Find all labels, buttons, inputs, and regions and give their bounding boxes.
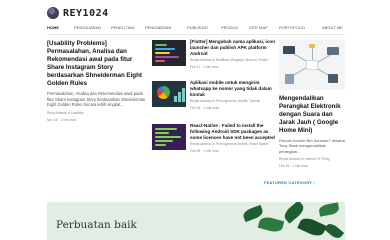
main-post-author[interactable]: Reza Arfianto in Usability (47, 111, 146, 115)
post-author[interactable]: Reyka Arfianto in Pemrograman Mobile, Re… (190, 142, 276, 146)
leaf-decoration (323, 221, 345, 240)
avatar[interactable] (47, 7, 59, 19)
main-post-title[interactable]: [Usability Problems] Permasalahan, Anali… (47, 40, 146, 88)
lamp-icon (309, 44, 315, 48)
main-post-excerpt: Permasalahan, Analisa dan Rekomendasi aw… (47, 91, 146, 108)
featured-post-date: Feb 15 · 1 min read (279, 164, 308, 169)
nav-item-site-map[interactable]: SITE MAP (249, 25, 268, 30)
post-title[interactable]: [Flutter] Mengubah nama aplikasi, icon l… (190, 39, 276, 56)
featured-post-excerpt: Pernah nonton film Ironman? dimana Tony … (279, 138, 345, 154)
appliance-icon (285, 74, 294, 84)
nav-item-produk[interactable]: PRODUK (221, 25, 238, 30)
nav-item-publikasi[interactable]: PUBLIKASI (187, 25, 208, 30)
tv-icon (283, 46, 295, 54)
nav-item-portofolio[interactable]: PORTOFOLIO (279, 25, 305, 30)
terminal-thumbnail[interactable] (152, 124, 186, 150)
featured-post-author[interactable]: Reyka Arfianto in Internet Of Thing (279, 157, 345, 161)
post-title[interactable]: Aplikasi mobile untuk mengirim whatsapp … (190, 80, 276, 97)
hero-banner[interactable]: Perbuatan baik (47, 202, 345, 240)
nav-item-penelitian[interactable]: PENELITIAN (111, 25, 134, 30)
featured-post: Mengendalikan Perangkat Elektronik denga… (279, 40, 345, 169)
post-date: Feb 11 · 1 min read (190, 64, 219, 69)
leaf-decoration (257, 215, 285, 234)
list-item: React-Native : Failed to install the fol… (152, 123, 276, 164)
post-author[interactable]: Reyka Arfianto in Pemrograman Mobile, Tu… (190, 99, 276, 103)
nav-item-pengajaran[interactable]: PENGAJARAN (74, 25, 101, 30)
main-post-date: Nov 18 · 1 min read (47, 117, 76, 122)
nav-divider (47, 34, 345, 35)
main-nav: HOME PENGAJARAN PENELITIAN PENGABDIAN PU… (47, 25, 347, 34)
laptop-icon (327, 47, 339, 55)
nav-item-about-me[interactable]: ABOUT ME (322, 25, 343, 30)
code-editor-thumbnail[interactable] (152, 40, 186, 66)
list-item: [Flutter] Mengubah nama aplikasi, icon l… (152, 39, 276, 80)
post-date: Feb 26 · 1 min read (190, 148, 219, 153)
chart-thumbnail[interactable] (152, 81, 186, 107)
featured-category-link[interactable]: FEATURED CATEGORY › (264, 180, 315, 185)
camera-icon (328, 74, 338, 83)
pie-chart-icon (157, 86, 170, 99)
site-title[interactable]: REY1024 (63, 8, 109, 19)
nav-item-pengabdian[interactable]: PENGABDIAN (145, 25, 171, 30)
post-title[interactable]: React-Native : Failed to install the fol… (190, 123, 276, 140)
post-date: Feb 28 · 1 min read (190, 105, 219, 110)
nav-item-home[interactable]: HOME (47, 25, 59, 30)
leaf-decoration (297, 215, 327, 239)
banner-title: Perbuatan baik (56, 219, 137, 231)
smart-home-illustration[interactable] (279, 40, 345, 90)
speaker-icon (306, 60, 318, 70)
leaf-decoration (318, 202, 340, 217)
post-author[interactable]: Reyka Arfianto in Notifikasi Mengajar, A… (190, 58, 276, 62)
main-post: [Usability Problems] Permasalahan, Anali… (47, 40, 146, 122)
featured-post-title[interactable]: Mengendalikan Perangkat Elektronik denga… (279, 95, 345, 135)
list-item: Aplikasi mobile untuk mengirim whatsapp … (152, 80, 276, 121)
